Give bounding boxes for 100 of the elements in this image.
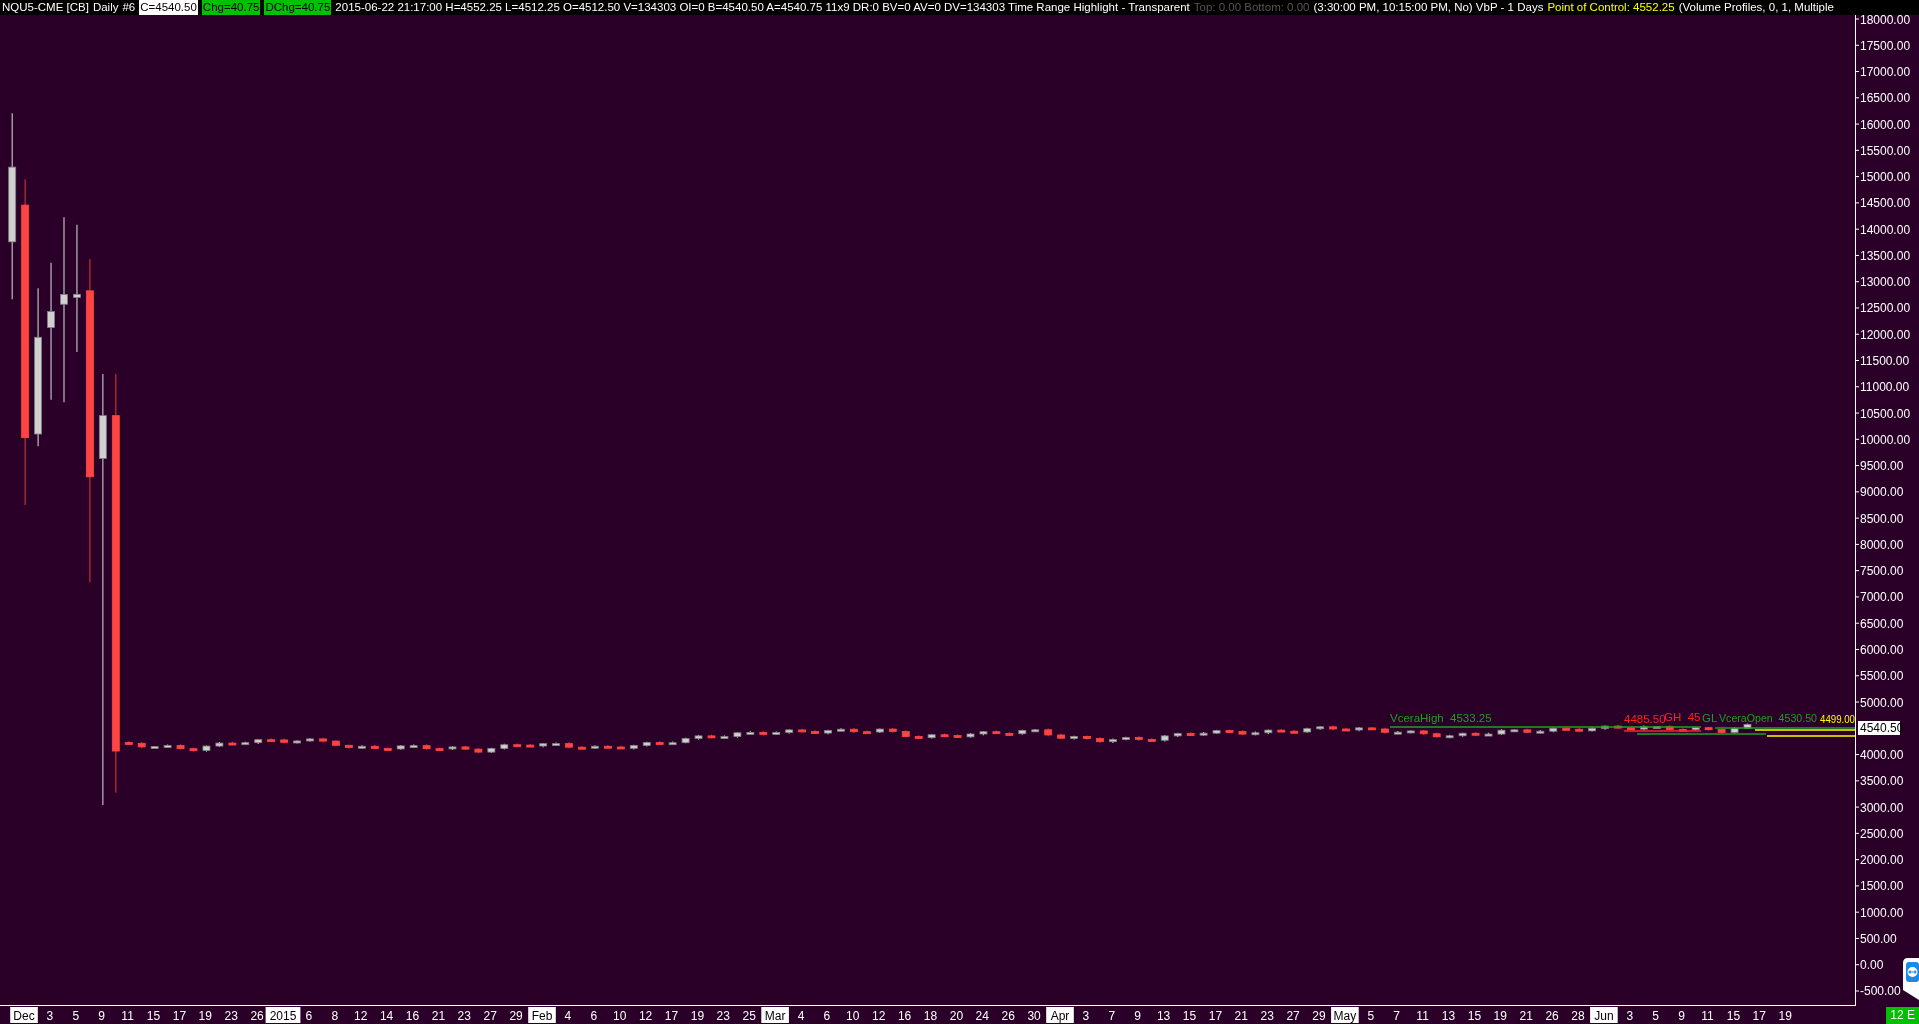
level-label: 4485.50 [1624,713,1666,725]
date-label: 9 [1678,1009,1685,1023]
date-label: 30 [1027,1009,1041,1023]
candlestick [1562,726,1571,731]
date-label: 26 [250,1009,264,1023]
candlestick [1134,735,1143,742]
price-axis-label: 17000.00 [1860,65,1911,80]
candlestick [1406,729,1415,734]
candlestick [591,744,599,750]
price-axis-label: 2000.00 [1860,853,1904,868]
price-axis-label: 14500.00 [1860,196,1911,211]
candlestick [435,747,444,752]
price-axis-label: 9000.00 [1860,485,1904,500]
date-label: 21 [1234,1009,1248,1023]
date-label: 21 [1519,1009,1533,1023]
candlestick [396,744,405,751]
candlestick [1070,735,1078,741]
date-label: 3 [1082,1009,1090,1023]
candlestick [1368,726,1376,731]
date-label: 21 [431,1009,446,1023]
candlestick [811,729,819,735]
price-axis-label: 7500.00 [1860,564,1904,579]
candlestick [1031,728,1040,733]
candlestick [953,733,962,739]
date-label: 12 [638,1009,653,1023]
price-axis-label: 4000.00 [1860,748,1904,763]
date-label: 15 [1467,1009,1482,1023]
level-label: GL [1702,712,1718,724]
price-axis-label: 15500.00 [1860,143,1911,158]
candlestick [1342,727,1350,732]
candlestick [1109,737,1117,744]
candlestick [137,741,146,749]
date-label: 9 [1134,1009,1142,1023]
date-label: 18 [923,1009,938,1023]
candlestick [914,734,923,740]
interval-label: Daily [92,0,119,15]
candlestick [345,744,353,750]
candlestick [1730,726,1739,735]
candlestick [1717,727,1726,734]
candlestick [461,745,470,751]
date-label: 6 [823,1009,831,1023]
date-label: 25 [742,1009,756,1023]
date-label: 11 [1416,1009,1429,1023]
month-label: Dec [10,1007,38,1023]
highlight-range: Top: 0.00 Bottom: 0.00 [1193,0,1310,15]
date-label: 17 [1208,1009,1223,1023]
candlestick [306,737,314,743]
date-label: 17 [1752,1009,1766,1023]
candlestick [1381,727,1389,735]
date-label: 19 [690,1009,705,1023]
candlestick [422,743,431,751]
date-label: 10 [613,1009,627,1023]
candlestick [215,741,224,748]
candlestick [759,730,768,737]
candlestick [1122,736,1130,741]
price-axis-label: 12500.00 [1860,301,1911,316]
candlestick [1186,731,1195,736]
candlestick [1665,724,1674,732]
candlestick [1147,737,1156,742]
date-label: 27 [1286,1009,1300,1023]
month-label: Apr [1046,1007,1074,1023]
month-label: May [1331,1007,1359,1023]
bar-details: 2015-06-22 21:17:00 H=4552.25 L=4512.25 O=4512.50 V=134303 OI=0 B=4540.50 A=4540.75 11x9 DR:0 BV=0 AV=0 DV=134303 Time Range Highlight - Transparent [335,0,1190,15]
candlestick [552,741,560,746]
month-label: Mar [761,1007,789,1023]
price-axis-label: 500.00 [1860,931,1897,946]
date-label: 5 [1367,1009,1375,1023]
candlestick [940,733,949,738]
candlestick [1691,726,1700,732]
candlestick [1264,728,1273,735]
price-axis-label: 1000.00 [1860,905,1904,920]
price-axis-label: 10500.00 [1860,406,1911,421]
side-tab[interactable] [1903,958,1919,1000]
candlestick [1096,736,1104,744]
candlestick [228,741,237,746]
candlestick [1355,726,1363,732]
candlestick [526,743,535,748]
candlestick [837,727,845,732]
level-label: VceraHigh 4533.25 [1390,712,1492,724]
date-label: 8 [331,1009,339,1023]
price-axis-label: 8000.00 [1860,537,1904,552]
date-label: 15 [146,1009,161,1023]
candlestick [655,740,664,745]
candlestick [1523,728,1532,734]
price-axis-label: 13000.00 [1860,275,1911,290]
candlestick [539,742,548,748]
date-label: 27 [483,1009,497,1023]
candlestick [720,734,729,740]
price-axis-label: 13500.00 [1860,248,1911,263]
price-axis-label: 3000.00 [1860,800,1904,815]
date-label: 7 [1108,1009,1116,1023]
price-axis-label: 12000.00 [1860,327,1911,342]
candlestick [1432,731,1441,738]
candlestick [176,743,185,751]
symbol-label: NQU5-CME [CB] [2,0,89,15]
candlestick [733,731,742,739]
candlestick [1445,734,1454,739]
candlestick [785,728,794,735]
candlestick [1704,726,1713,732]
candlestick [1614,724,1622,730]
